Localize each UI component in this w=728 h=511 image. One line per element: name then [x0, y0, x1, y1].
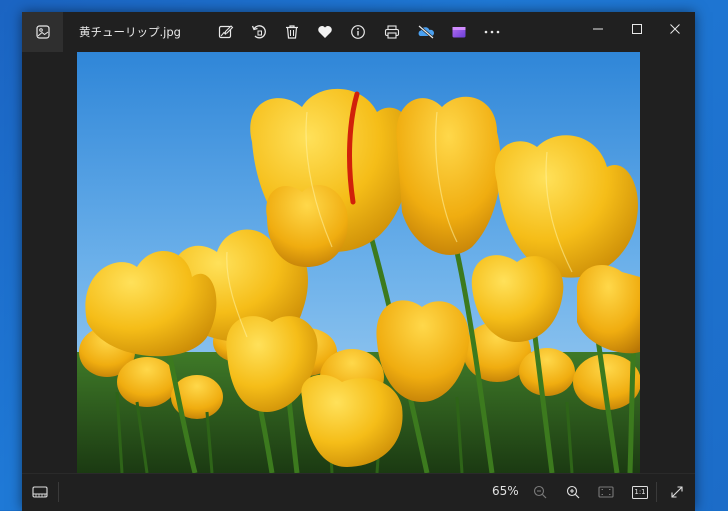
zoom-level: 65%: [492, 484, 519, 498]
more-icon: [484, 30, 500, 34]
edit-image-icon: [218, 25, 234, 39]
close-button[interactable]: [658, 16, 692, 42]
edit-image-button[interactable]: [215, 21, 237, 43]
actual-size-label: 1:1: [634, 487, 646, 496]
favorite-heart-icon: [318, 26, 332, 38]
tulip-image: [77, 52, 640, 473]
delete-icon: [286, 25, 298, 39]
file-name-title: 黄チューリップ.jpg: [79, 25, 181, 39]
status-bar: 65% 1:1: [22, 473, 695, 511]
filmstrip-button[interactable]: [29, 481, 51, 503]
fullscreen-expand-icon: [671, 486, 683, 498]
minimize-icon: [593, 28, 603, 30]
photos-app-icon: [35, 25, 50, 39]
fit-to-window-button[interactable]: [595, 481, 617, 503]
delete-button[interactable]: [281, 21, 303, 43]
favorite-button[interactable]: [314, 21, 336, 43]
onedrive-button[interactable]: [415, 21, 437, 43]
close-icon: [670, 24, 680, 34]
maximize-icon: [632, 24, 642, 34]
filmstrip-icon: [32, 486, 48, 498]
info-icon: [351, 25, 365, 39]
print-button[interactable]: [381, 21, 403, 43]
photo-viewer-area[interactable]: [22, 52, 695, 473]
minimize-button[interactable]: [581, 16, 615, 42]
clipchamp-icon: [452, 27, 466, 38]
fit-to-window-icon: [598, 486, 614, 498]
zoom-out-icon: [533, 485, 547, 499]
zoom-out-button[interactable]: [529, 481, 551, 503]
onedrive-icon: [418, 25, 434, 39]
zoom-in-icon: [566, 485, 580, 499]
rotate-icon: [251, 25, 266, 39]
clipchamp-button[interactable]: [448, 21, 470, 43]
gallery-button[interactable]: [22, 12, 63, 52]
maximize-button[interactable]: [620, 16, 654, 42]
status-separator: [656, 482, 657, 502]
actual-size-icon: 1:1: [632, 485, 648, 499]
file-info-button[interactable]: [347, 21, 369, 43]
actual-size-button[interactable]: 1:1: [629, 481, 651, 503]
title-bar[interactable]: 黄チューリップ.jpg: [22, 12, 695, 52]
status-separator: [58, 482, 59, 502]
more-options-button[interactable]: [481, 21, 503, 43]
tulip-photo[interactable]: [77, 52, 640, 473]
fullscreen-button[interactable]: [666, 481, 688, 503]
zoom-in-button[interactable]: [562, 481, 584, 503]
photos-app-window: 黄チューリップ.jpg 65% 1:1: [22, 12, 695, 511]
rotate-button[interactable]: [248, 21, 270, 43]
print-icon: [384, 25, 400, 39]
